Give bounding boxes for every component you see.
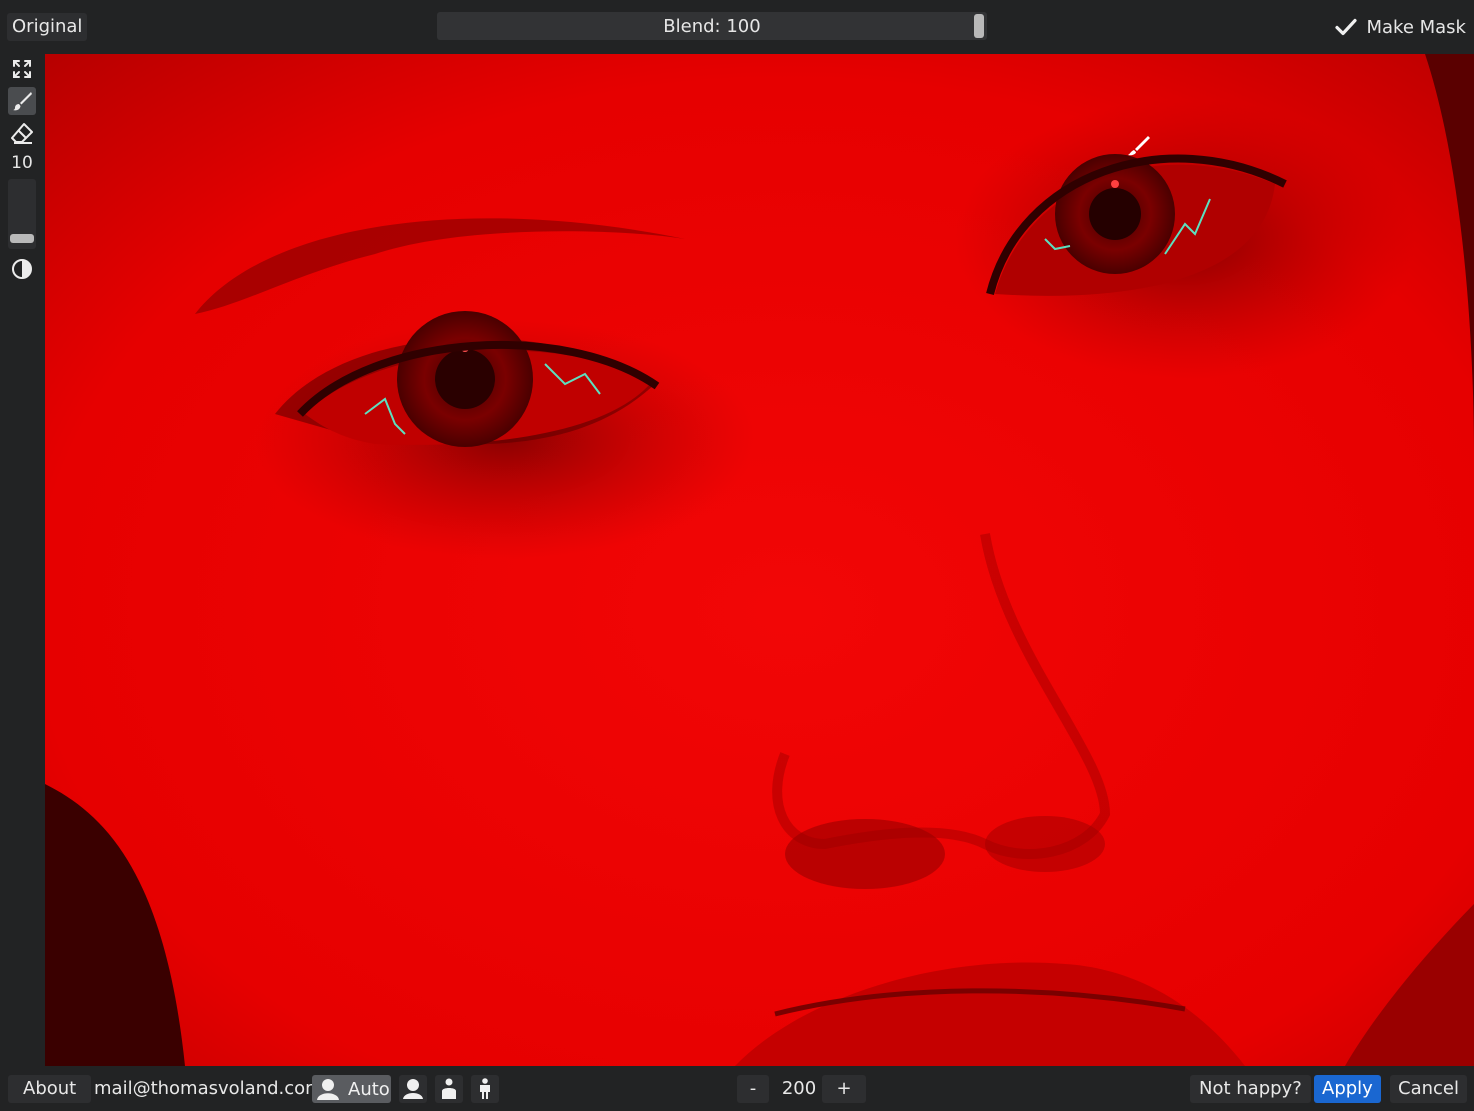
- bust-mode-button[interactable]: [435, 1075, 463, 1103]
- cancel-button[interactable]: Cancel: [1390, 1075, 1467, 1103]
- zoom-in-button[interactable]: +: [822, 1075, 866, 1103]
- blend-slider-handle[interactable]: [974, 14, 984, 38]
- eraser-icon: [11, 123, 33, 144]
- auto-label: Auto: [348, 1078, 390, 1100]
- not-happy-button[interactable]: Not happy?: [1190, 1075, 1311, 1103]
- brush-size-slider-handle[interactable]: [10, 234, 34, 243]
- bottom-toolbar: About mail@thomasvoland.com Auto - 200 +…: [0, 1066, 1474, 1111]
- invert-mask-button[interactable]: [8, 255, 36, 283]
- fullscreen-icon: [13, 60, 31, 78]
- email-link[interactable]: mail@thomasvoland.com: [86, 1075, 331, 1103]
- brush-size-slider[interactable]: [8, 179, 36, 249]
- blend-label: Blend: 100: [663, 16, 761, 37]
- half-body-icon: [442, 1078, 456, 1099]
- checkmark-icon: [1335, 18, 1358, 36]
- invert-icon: [12, 259, 32, 279]
- about-button[interactable]: About: [8, 1075, 92, 1103]
- left-toolbar: 10: [0, 54, 45, 1066]
- apply-button[interactable]: Apply: [1314, 1075, 1381, 1103]
- image-canvas[interactable]: [45, 54, 1474, 1066]
- make-mask-label: Make Mask: [1366, 16, 1466, 38]
- auto-detect-button[interactable]: Auto: [312, 1075, 391, 1103]
- brush-tool-button[interactable]: [8, 87, 36, 115]
- original-button[interactable]: Original: [7, 13, 88, 41]
- full-body-mode-button[interactable]: [471, 1075, 499, 1103]
- brush-size-value: 10: [11, 153, 33, 173]
- zoom-out-button[interactable]: -: [737, 1075, 769, 1103]
- fit-view-button[interactable]: [8, 55, 36, 83]
- masked-photo: [45, 54, 1474, 1066]
- blend-slider[interactable]: Blend: 100: [437, 12, 987, 40]
- user-icon: [317, 1079, 339, 1100]
- make-mask-toggle[interactable]: Make Mask: [1334, 12, 1466, 42]
- face-mode-button[interactable]: [399, 1075, 427, 1103]
- top-toolbar: Original Blend: 100 Make Mask: [0, 0, 1474, 54]
- zoom-level: 200: [781, 1078, 817, 1099]
- eraser-tool-button[interactable]: [8, 119, 36, 147]
- full-body-icon: [480, 1078, 490, 1099]
- head-icon: [403, 1079, 423, 1099]
- brush-icon: [13, 92, 32, 111]
